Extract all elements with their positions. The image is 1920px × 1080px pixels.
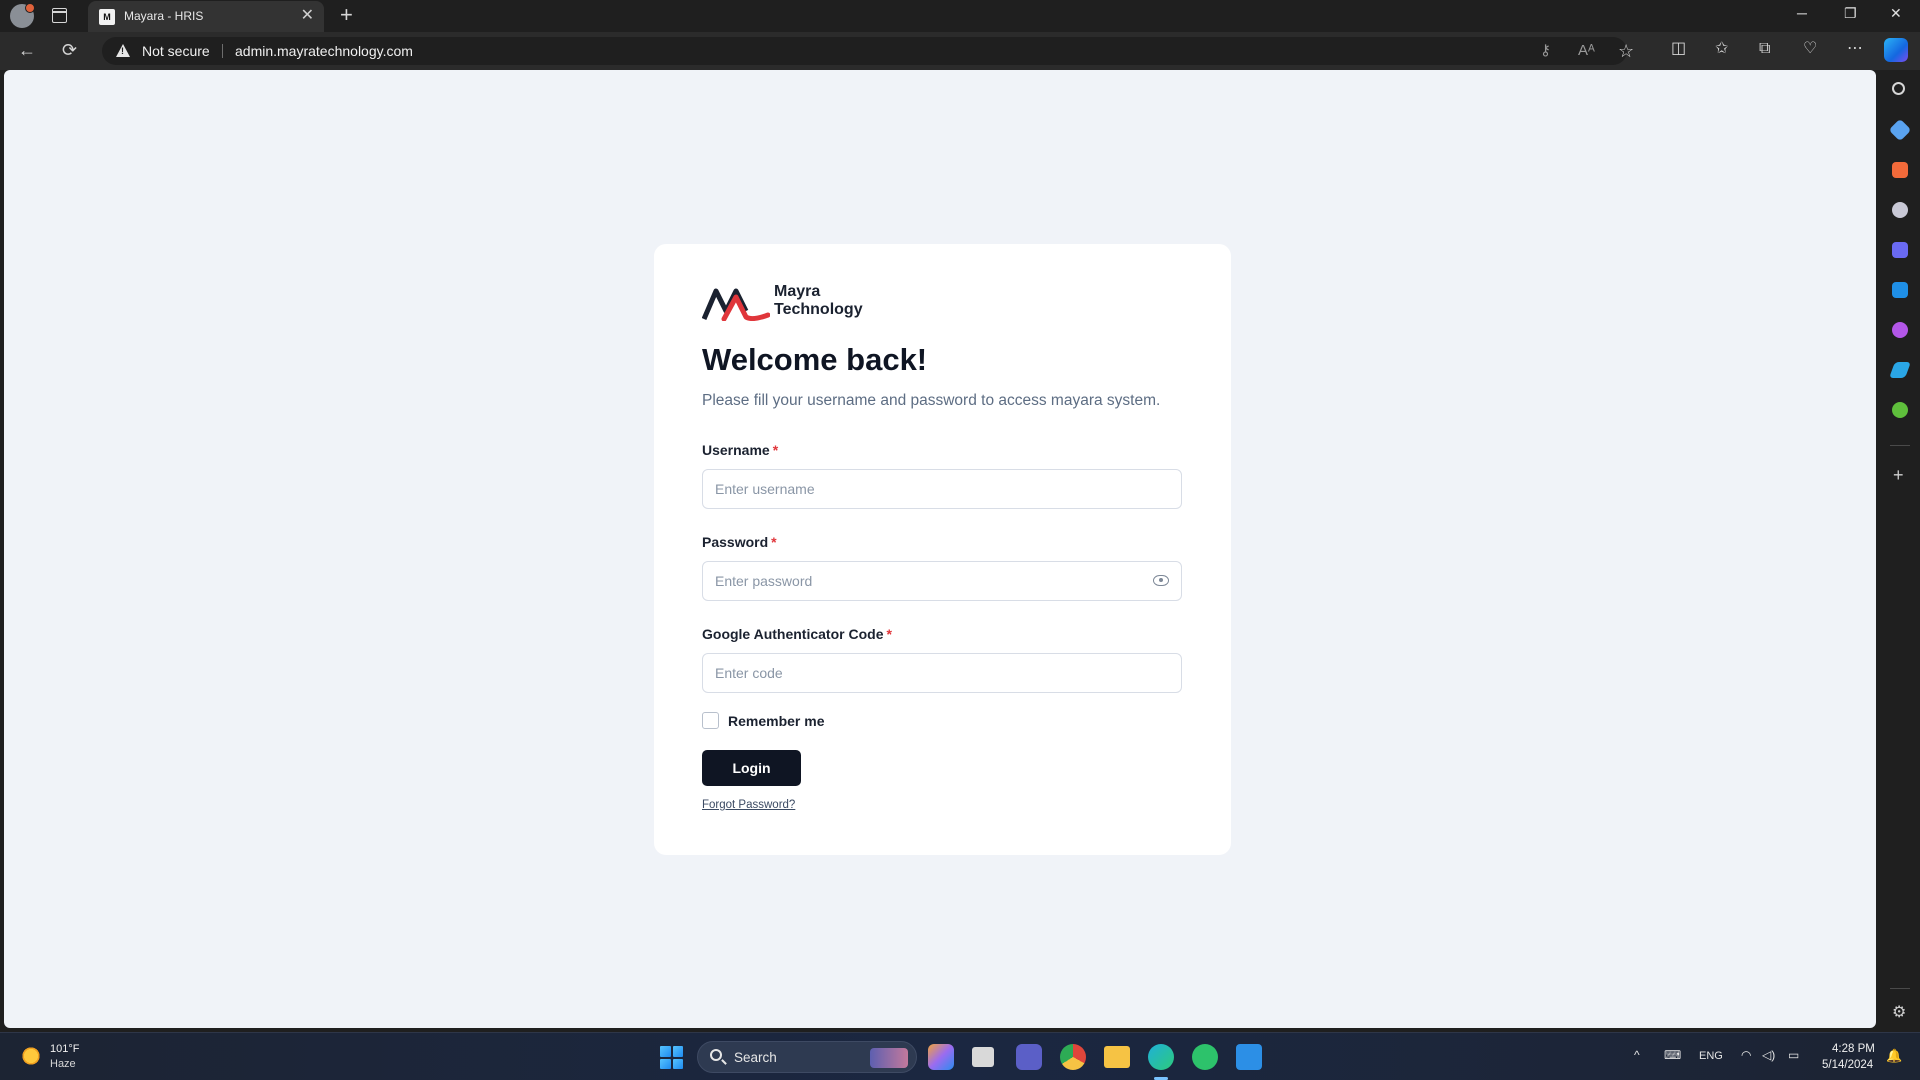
weather-condition[interactable]: Haze — [50, 1058, 76, 1070]
profile-avatar-icon[interactable] — [10, 3, 35, 28]
page-subtitle: Please fill your username and password t… — [702, 392, 1161, 409]
username-label-text: Username — [702, 442, 770, 458]
wifi-icon[interactable]: ◠ — [1741, 1048, 1751, 1062]
more-options-icon[interactable]: ⋯ — [1847, 40, 1863, 58]
volume-icon[interactable]: ◁) — [1762, 1048, 1775, 1062]
weather-sun-icon[interactable] — [20, 1045, 42, 1067]
sidebar-search-icon[interactable] — [1892, 82, 1905, 95]
vscode-icon[interactable] — [1236, 1044, 1262, 1070]
close-window-button[interactable]: ✕ — [1890, 5, 1902, 22]
close-tab-icon[interactable]: ✕ — [301, 7, 314, 25]
login-card: Mayra Technology Welcome back! Please fi… — [654, 244, 1231, 855]
page-viewport: Mayra Technology Welcome back! Please fi… — [4, 70, 1876, 1028]
password-field[interactable] — [702, 561, 1182, 601]
page-title: Welcome back! — [702, 342, 928, 377]
required-mark: * — [886, 626, 892, 642]
security-status[interactable]: Not secure — [142, 43, 210, 59]
windows-taskbar: 101°F Haze Search ^ ⌨ ENG ◠ ◁) ▭ 4:28 PM… — [0, 1032, 1920, 1080]
logo-mark-icon — [702, 288, 770, 321]
sidebar-add-icon[interactable]: + — [1893, 466, 1904, 484]
language-indicator[interactable]: ENG — [1699, 1050, 1723, 1062]
tab-favicon-icon: M — [99, 9, 115, 25]
sidebar-divider — [1890, 988, 1910, 989]
copilot-icon[interactable] — [1884, 38, 1908, 62]
password-input[interactable] — [703, 562, 1181, 600]
warning-icon[interactable] — [116, 44, 130, 57]
clock-date[interactable]: 5/14/2024 — [1822, 1059, 1873, 1071]
login-button[interactable]: Login — [702, 750, 801, 786]
split-screen-icon[interactable]: ◫ — [1671, 40, 1686, 58]
address-separator — [222, 44, 223, 58]
password-key-icon[interactable]: ⚷ — [1540, 43, 1551, 59]
show-password-eye-icon[interactable] — [1153, 575, 1169, 586]
back-button[interactable]: ← — [18, 39, 36, 61]
browser-essentials-icon[interactable]: ♡ — [1803, 40, 1817, 58]
refresh-button[interactable]: ⟳ — [62, 39, 77, 61]
username-label: Username * — [702, 442, 778, 458]
taskbar-search[interactable]: Search — [697, 1041, 917, 1073]
favorites-icon[interactable]: ✩ — [1715, 40, 1728, 58]
password-label-text: Password — [702, 534, 769, 550]
outlook-icon[interactable] — [1892, 282, 1908, 298]
code-label-text: Google Authenticator Code — [702, 626, 884, 642]
notifications-bell-icon[interactable]: 🔔 — [1886, 1048, 1902, 1064]
chrome-icon[interactable] — [1060, 1044, 1086, 1070]
search-highlight-icon — [870, 1048, 908, 1068]
required-mark: * — [771, 534, 777, 550]
username-input[interactable] — [703, 470, 1181, 508]
games-icon[interactable] — [1892, 202, 1908, 218]
forgot-password-link[interactable]: Forgot Password? — [702, 799, 795, 811]
logo-line-1: Mayra — [774, 283, 821, 300]
keyboard-icon[interactable]: ⌨ — [1664, 1048, 1681, 1062]
edge-icon[interactable] — [1148, 1044, 1174, 1070]
edge-sidebar: + ⚙ — [1880, 70, 1920, 1032]
battery-icon[interactable]: ▭ — [1788, 1048, 1799, 1062]
remember-me-checkbox[interactable] — [702, 712, 719, 729]
required-mark: * — [772, 442, 779, 458]
read-aloud-icon[interactable]: Aᴬ — [1578, 43, 1595, 59]
clock-time[interactable]: 4:28 PM — [1832, 1043, 1875, 1055]
task-view-icon[interactable] — [972, 1047, 994, 1067]
restore-button[interactable]: ❐ — [1844, 5, 1857, 22]
tools-icon[interactable] — [1892, 162, 1908, 178]
sidebar-divider — [1890, 445, 1910, 446]
password-label: Password * — [702, 534, 777, 550]
address-bar[interactable]: Not secure admin.mayratechnology.com ⚷ A… — [102, 37, 1634, 65]
browser-tab-active[interactable]: M Mayara - HRIS ✕ — [88, 1, 324, 32]
browser-title-bar: M Mayara - HRIS ✕ + ─ ❐ ✕ — [0, 0, 1920, 32]
favorite-star-icon[interactable]: ☆ — [1618, 42, 1634, 60]
telegram-icon[interactable] — [1889, 362, 1911, 378]
authenticator-code-input[interactable] — [703, 654, 1181, 692]
windows-start-icon[interactable] — [660, 1046, 683, 1069]
teams-icon[interactable] — [1016, 1044, 1042, 1070]
logo-text: Mayra Technology — [774, 283, 863, 319]
copilot-app-icon[interactable] — [928, 1044, 954, 1070]
url-text[interactable]: admin.mayratechnology.com — [235, 43, 413, 59]
browser-toolbar: ← ⟳ Not secure admin.mayratechnology.com… — [0, 32, 1920, 70]
collections-icon[interactable]: ⧉ — [1759, 40, 1770, 58]
designer-icon[interactable] — [1892, 322, 1908, 338]
taskbar-search-placeholder: Search — [734, 1050, 777, 1065]
search-icon — [710, 1049, 722, 1061]
new-tab-button[interactable]: + — [340, 3, 353, 27]
tray-overflow-icon[interactable]: ^ — [1634, 1048, 1640, 1062]
tab-actions-icon[interactable] — [52, 8, 67, 23]
microsoft365-icon[interactable] — [1892, 242, 1908, 258]
authenticator-code-field[interactable] — [702, 653, 1182, 693]
code-label: Google Authenticator Code * — [702, 626, 892, 642]
weather-temperature[interactable]: 101°F — [50, 1043, 79, 1055]
whatsapp-icon[interactable] — [1192, 1044, 1218, 1070]
shopping-tag-icon[interactable] — [1888, 118, 1912, 142]
minimize-button[interactable]: ─ — [1797, 5, 1807, 21]
file-explorer-icon[interactable] — [1104, 1046, 1130, 1068]
tree-icon[interactable] — [1892, 402, 1908, 418]
username-field[interactable] — [702, 469, 1182, 509]
remember-me-label[interactable]: Remember me — [728, 713, 825, 729]
logo-line-2: Technology — [774, 301, 863, 318]
tab-title: Mayara - HRIS — [124, 9, 204, 23]
sidebar-settings-icon[interactable]: ⚙ — [1892, 1002, 1906, 1022]
